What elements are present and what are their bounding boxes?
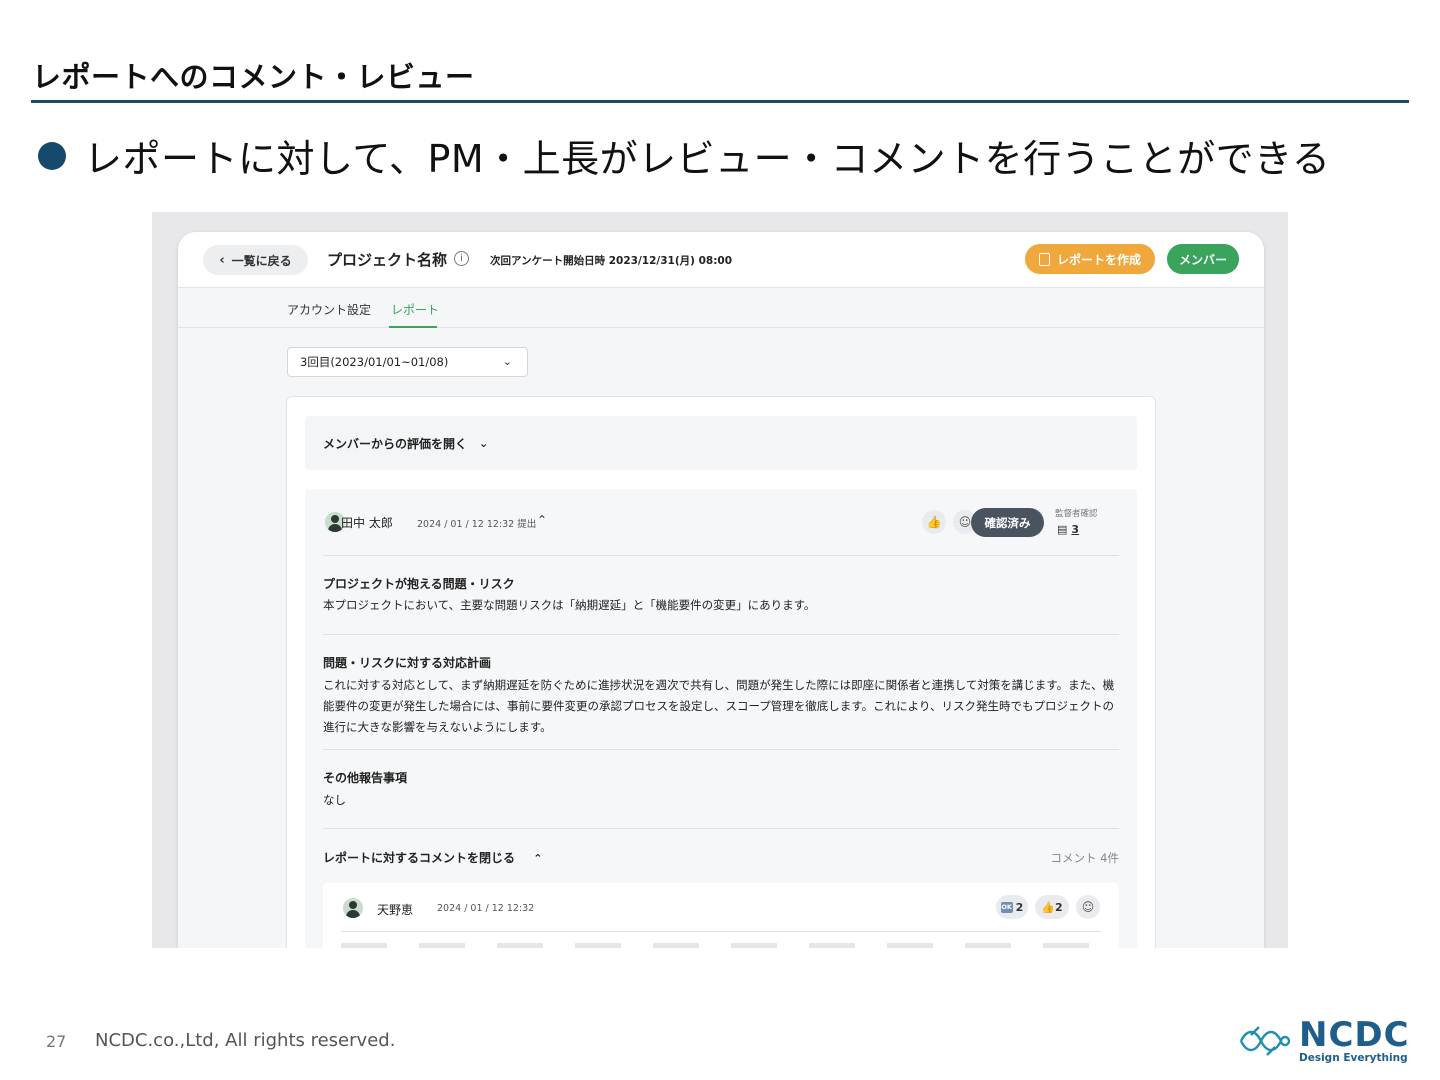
project-name: プロジェクト名称 [327, 251, 448, 269]
app-header: ‹ 一覧に戻る プロジェクト名称 i 次回アンケート開始日時 2023/12/3… [178, 232, 1264, 288]
section-divider [323, 828, 1119, 829]
thumbs-up-count: 2 [1055, 900, 1063, 914]
comments-toggle-label: レポートに対するコメントを閉じる [323, 851, 516, 865]
member-button[interactable]: メンバー [1167, 244, 1239, 274]
app-screenshot: ‹ 一覧に戻る プロジェクト名称 i 次回アンケート開始日時 2023/12/3… [152, 212, 1288, 948]
section-divider [323, 555, 1119, 556]
section-body: 本プロジェクトにおいて、主要な問題リスクは「納期遅延」と「機能要件の変更」にあり… [323, 598, 816, 612]
ok-reaction-count: 2 [1015, 900, 1024, 914]
ok-reaction-button[interactable]: OK 2 [996, 895, 1028, 919]
comment-time: 2024 / 01 / 12 12:32 [437, 903, 535, 914]
member-evaluation-label: メンバーからの評価を開く [323, 436, 468, 451]
ncdc-logo: NCDC Design Everything [1237, 1018, 1410, 1064]
copyright: NCDC.co.,Ltd, All rights reserved. [95, 1030, 396, 1051]
chevron-up-icon: ⌃ [533, 852, 543, 865]
title-divider [31, 100, 1409, 103]
section-heading: 問題・リスクに対する対応計画 [323, 656, 492, 670]
report-card: メンバーからの評価を開く ⌄ 田中 太郎 2024 / 01 / 12 12:3… [286, 396, 1156, 948]
report-entry: 田中 太郎 2024 / 01 / 12 12:32 提出 ⌃ 👍 ☺ 確認済み… [305, 489, 1137, 948]
comment-author: 天野恵 [377, 903, 414, 917]
section-body: これに対する対応として、まず納期遅延を防ぐために進捗状況を週次で共有し、問題が発… [323, 678, 1115, 734]
back-to-list-label: 一覧に戻る [231, 253, 292, 268]
comments-toggle[interactable]: レポートに対するコメントを閉じる ⌃ [323, 849, 542, 866]
document-icon [1038, 252, 1050, 266]
chevron-down-icon: ⌄ [502, 355, 512, 368]
document-icon: ▤ [1057, 523, 1068, 536]
comment-body-faded [341, 943, 1101, 948]
thumbs-up-reaction-button[interactable]: 👍 2 [1035, 895, 1069, 919]
chevron-left-icon: ‹ [219, 252, 225, 268]
logo-mark-icon [1239, 1025, 1291, 1056]
create-report-button[interactable]: レポートを作成 [1025, 244, 1155, 274]
tab-report[interactable]: レポート [391, 301, 439, 318]
thumbs-up-icon: 👍 [1041, 900, 1056, 914]
logo-tagline: Design Everything [1299, 1052, 1408, 1064]
section-body: なし [323, 793, 346, 807]
ok-icon: OK [1000, 901, 1013, 913]
round-select[interactable]: 3回目(2023/01/01~01/08) ⌄ [287, 347, 528, 377]
chevron-up-icon[interactable]: ⌃ [537, 513, 547, 527]
bullet-text: レポートに対して、PM・上長がレビュー・コメントを行うことができる [84, 137, 1331, 181]
app-window: ‹ 一覧に戻る プロジェクト名称 i 次回アンケート開始日時 2023/12/3… [178, 232, 1264, 948]
add-reaction-icon[interactable]: ☺ [1076, 895, 1100, 919]
next-survey-datetime: 次回アンケート開始日時 2023/12/31(月) 08:00 [490, 255, 733, 267]
section-divider [323, 634, 1119, 635]
bullet-dot-icon [38, 141, 66, 170]
report-submitted-time: 2024 / 01 / 12 12:32 提出 [417, 519, 537, 530]
auditor-confirm-label: 監督者確認 [1055, 509, 1098, 519]
comment-count: コメント 4件 [1050, 851, 1119, 865]
auditor-confirm-count[interactable]: ▤ 3 [1057, 523, 1079, 536]
avatar [343, 898, 363, 918]
create-report-label: レポートを作成 [1056, 252, 1141, 267]
active-tab-indicator [389, 326, 437, 328]
back-to-list-button[interactable]: ‹ 一覧に戻る [203, 245, 308, 275]
logo-name: NCDC [1299, 1015, 1410, 1055]
member-evaluation-toggle[interactable]: メンバーからの評価を開く ⌄ [305, 416, 1137, 470]
tab-bar: アカウント設定 レポート [178, 288, 1264, 328]
confirmed-button[interactable]: 確認済み [971, 508, 1044, 537]
slide-title: レポートへのコメント・レビュー [32, 60, 475, 94]
auditor-count-value: 3 [1071, 523, 1080, 536]
thumbs-up-reaction-button[interactable]: 👍 [922, 510, 946, 534]
comment-divider [341, 931, 1101, 932]
tab-account-settings[interactable]: アカウント設定 [287, 301, 371, 318]
section-divider [323, 749, 1119, 750]
round-select-value: 3回目(2023/01/01~01/08) [300, 355, 449, 369]
page-number: 27 [46, 1032, 67, 1051]
report-author: 田中 太郎 [341, 516, 393, 530]
info-icon[interactable]: i [454, 251, 469, 266]
section-heading: その他報告事項 [323, 771, 408, 785]
chevron-down-icon: ⌄ [479, 436, 489, 450]
section-heading: プロジェクトが抱える問題・リスク [323, 577, 515, 591]
bullet-point: レポートに対して、PM・上長がレビュー・コメントを行うことができる [38, 128, 1330, 183]
comment-item: 天野恵 2024 / 01 / 12 12:32 OK 2 👍 2 ☺ [323, 883, 1119, 948]
